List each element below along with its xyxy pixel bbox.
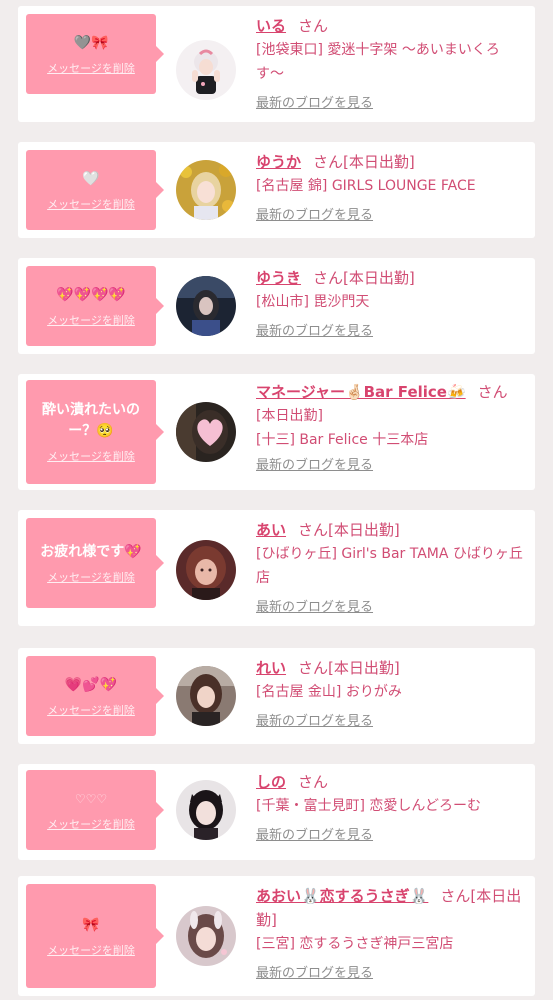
cast-info: あおい🐰恋するうさぎ🐰 さん[本日出勤] [三宮] 恋するうさぎ神戸三宮店 最新の… — [256, 884, 526, 981]
avatar[interactable] — [176, 276, 236, 336]
cast-status: さん — [477, 383, 508, 401]
cast-name[interactable]: ゆうか — [256, 153, 301, 171]
message-text: 🩶🎀 — [73, 34, 109, 51]
store-name: [十三] Bar Felice 十三本店 — [256, 432, 429, 448]
store-name: [名古屋 金山] おりがみ — [256, 684, 402, 700]
message-bubble: 酔い潰れたいのー？🥺 メッセージを削除 — [26, 380, 164, 484]
message-card: 🤍 メッセージを削除 ゆうか さん[本日出勤] [名古屋 錦] GIRLS LOU… — [18, 142, 535, 238]
cast-info: ゆうか さん[本日出勤] [名古屋 錦] GIRLS LOUNGE FACE 最新… — [256, 150, 526, 223]
message-text: お疲れ様です💖 — [40, 543, 142, 560]
message-text: 🤍 — [82, 170, 100, 187]
message-text: 💗💕💖 — [64, 676, 118, 693]
delete-message-link[interactable]: メッセージを削除 — [47, 569, 135, 585]
cast-status: さん[本日出勤] — [313, 153, 415, 171]
message-card: 酔い潰れたいのー？🥺 メッセージを削除 マネージャー🤞🏻Bar Felice🍻 さ… — [18, 374, 535, 490]
cast-status: さん[本日出勤] — [298, 659, 400, 677]
latest-blog-link[interactable]: 最新のブログを見る — [256, 204, 373, 223]
delete-message-link[interactable]: メッセージを削除 — [47, 448, 135, 464]
cast-info: あい さん[本日出勤] [ひばりヶ丘] Girl's Bar TAMA ひばりヶ丘… — [256, 518, 526, 615]
message-bubble: 🩶🎀 メッセージを削除 — [26, 14, 164, 94]
cast-info: いる さん [池袋東口] 愛迷十字架 〜あいまいくろす〜 最新のブログを見る — [256, 14, 526, 111]
cast-name[interactable]: あおい🐰恋するうさぎ🐰 — [256, 887, 428, 905]
message-card: 🎀 メッセージを削除 あおい🐰恋するうさぎ🐰 さん[本日出勤] [三宮] 恋するう… — [18, 876, 535, 996]
message-bubble: 🤍 メッセージを削除 — [26, 150, 164, 230]
message-card: 💖💖💖💖 メッセージを削除 ゆうき さん[本日出勤] [松山市] 毘沙門天 最新の… — [18, 258, 535, 354]
delete-message-link[interactable]: メッセージを削除 — [47, 942, 135, 958]
delete-message-link[interactable]: メッセージを削除 — [47, 196, 135, 212]
latest-blog-link[interactable]: 最新のブログを見る — [256, 454, 373, 473]
delete-message-link[interactable]: メッセージを削除 — [47, 312, 135, 328]
avatar[interactable] — [176, 40, 236, 100]
cast-status: さん — [298, 773, 329, 791]
message-card: ♡♡♡ メッセージを削除 しの さん [千葉・富士見町] 恋愛しんどろーむ 最新の… — [18, 764, 535, 860]
cast-name[interactable]: しの — [256, 773, 286, 791]
delete-message-link[interactable]: メッセージを削除 — [47, 60, 135, 76]
avatar[interactable] — [176, 402, 236, 462]
latest-blog-link[interactable]: 最新のブログを見る — [256, 710, 373, 729]
store-name: [松山市] 毘沙門天 — [256, 294, 370, 310]
latest-blog-link[interactable]: 最新のブログを見る — [256, 824, 373, 843]
message-text: 💖💖💖💖 — [56, 286, 126, 303]
store-name: [三宮] 恋するうさぎ神戸三宮店 — [256, 936, 454, 952]
store-name: [名古屋 錦] GIRLS LOUNGE FACE — [256, 178, 476, 194]
cast-name[interactable]: マネージャー🤞🏻Bar Felice🍻 — [256, 383, 466, 401]
delete-message-link[interactable]: メッセージを削除 — [47, 816, 135, 832]
latest-blog-link[interactable]: 最新のブログを見る — [256, 92, 373, 111]
latest-blog-link[interactable]: 最新のブログを見る — [256, 596, 373, 615]
avatar[interactable] — [176, 906, 236, 966]
latest-blog-link[interactable]: 最新のブログを見る — [256, 962, 373, 981]
latest-blog-link[interactable]: 最新のブログを見る — [256, 320, 373, 339]
message-bubble: お疲れ様です💖 メッセージを削除 — [26, 518, 164, 608]
store-name: [池袋東口] 愛迷十字架 〜あいまいくろす〜 — [256, 42, 500, 82]
avatar[interactable] — [176, 780, 236, 840]
cast-name[interactable]: ゆうき — [256, 269, 301, 287]
store-name: [千葉・富士見町] 恋愛しんどろーむ — [256, 798, 481, 814]
cast-info: れい さん[本日出勤] [名古屋 金山] おりがみ 最新のブログを見る — [256, 656, 526, 729]
store-name: [ひばりヶ丘] Girl's Bar TAMA ひばりヶ丘店 — [256, 546, 523, 586]
cast-info: しの さん [千葉・富士見町] 恋愛しんどろーむ 最新のブログを見る — [256, 770, 526, 843]
cast-info: ゆうき さん[本日出勤] [松山市] 毘沙門天 最新のブログを見る — [256, 266, 526, 339]
avatar[interactable] — [176, 666, 236, 726]
cast-name[interactable]: れい — [256, 659, 286, 677]
message-bubble: 🎀 メッセージを削除 — [26, 884, 164, 988]
message-bubble: 💖💖💖💖 メッセージを削除 — [26, 266, 164, 346]
cast-status: さん[本日出勤] — [298, 521, 400, 539]
message-text: ♡♡♡ — [74, 791, 108, 806]
avatar[interactable] — [176, 160, 236, 220]
message-bubble: 💗💕💖 メッセージを削除 — [26, 656, 164, 736]
message-text: 🎀 — [82, 916, 100, 933]
cast-name[interactable]: あい — [256, 521, 286, 539]
message-text: 酔い潰れたいのー？🥺 — [42, 402, 140, 439]
message-card: 🩶🎀 メッセージを削除 いる さん [池袋東口] 愛迷十字架 〜あいまいくろす〜 … — [18, 6, 535, 122]
store-status: [本日出勤] — [256, 408, 323, 424]
message-card: お疲れ様です💖 メッセージを削除 あい さん[本日出勤] [ひばりヶ丘] Girl… — [18, 510, 535, 626]
message-card: 💗💕💖 メッセージを削除 れい さん[本日出勤] [名古屋 金山] おりがみ 最新… — [18, 648, 535, 744]
delete-message-link[interactable]: メッセージを削除 — [47, 702, 135, 718]
avatar[interactable] — [176, 540, 236, 600]
cast-name[interactable]: いる — [256, 17, 286, 35]
cast-status: さん — [298, 17, 329, 35]
message-bubble: ♡♡♡ メッセージを削除 — [26, 770, 164, 850]
cast-status: さん[本日出勤] — [313, 269, 415, 287]
cast-info: マネージャー🤞🏻Bar Felice🍻 さん [本日出勤] [十三] Bar Fe… — [256, 380, 526, 473]
